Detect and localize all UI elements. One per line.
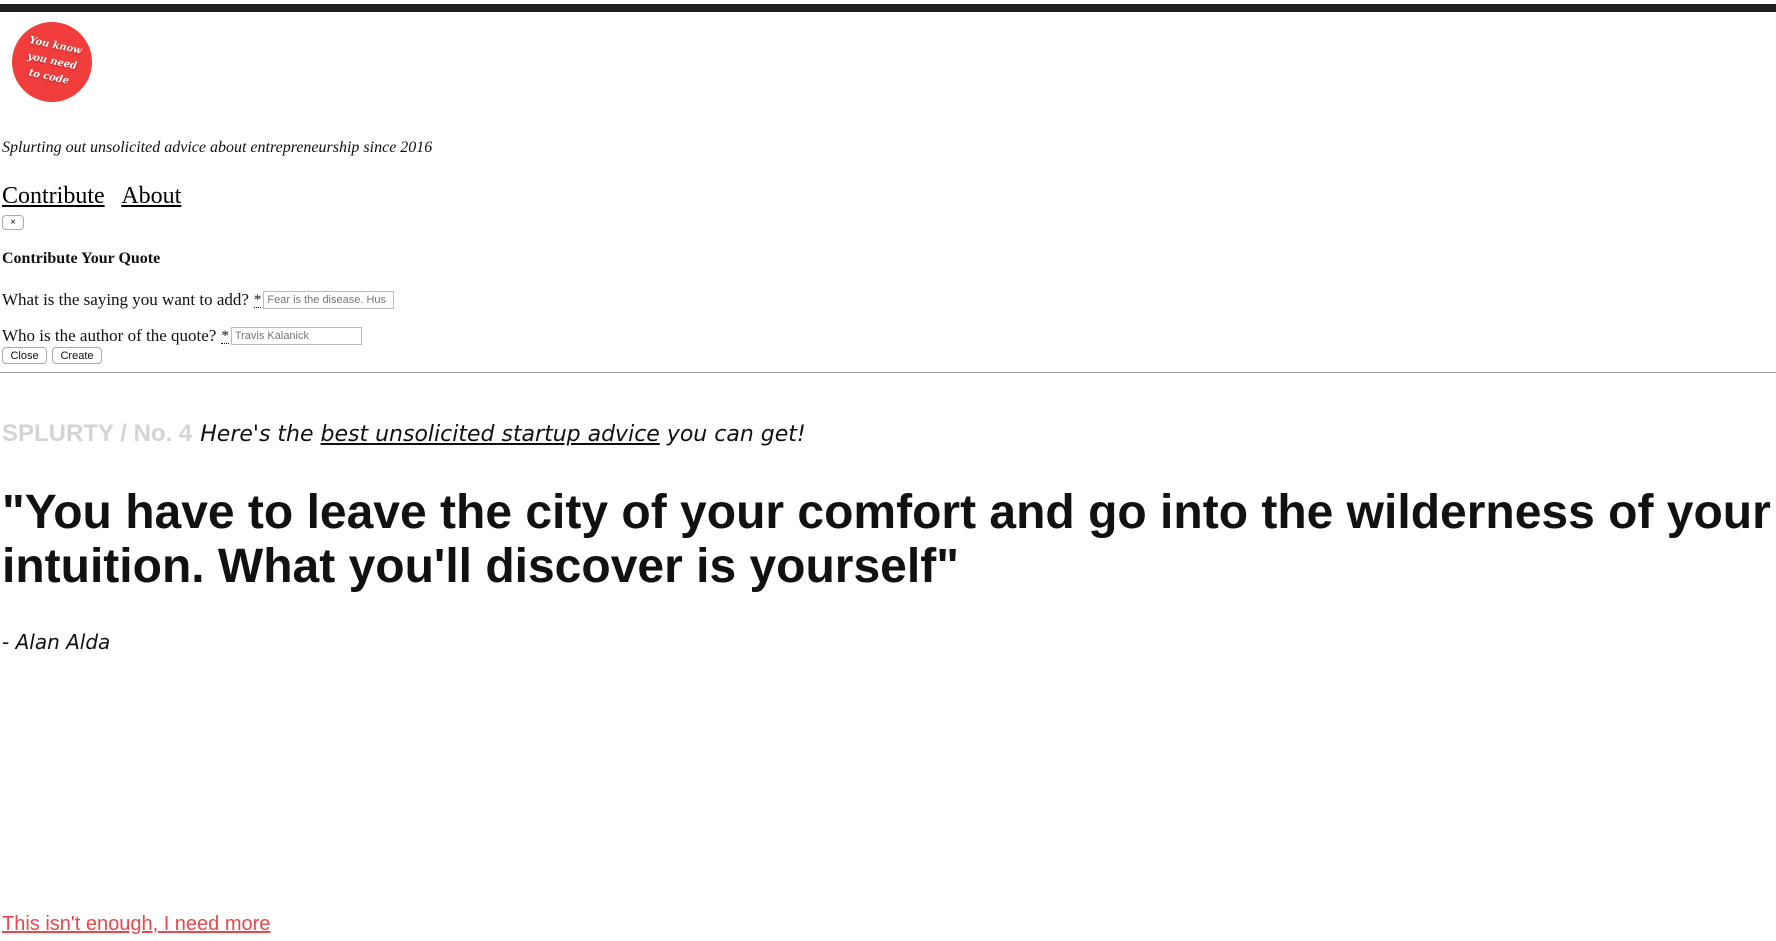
author-input[interactable] bbox=[230, 327, 362, 345]
divider bbox=[0, 372, 1776, 373]
create-button[interactable]: Create bbox=[52, 347, 102, 364]
intro-text-before: Here's the bbox=[200, 422, 321, 447]
saying-required-marker: * bbox=[253, 291, 262, 308]
nav-link-contribute[interactable]: Contribute bbox=[2, 183, 105, 209]
close-button[interactable]: Close bbox=[2, 347, 47, 364]
nav-link-about[interactable]: About bbox=[121, 183, 181, 209]
modal-close-x-button[interactable]: × bbox=[2, 215, 24, 230]
saying-input[interactable] bbox=[263, 291, 395, 309]
quote-author: - Alan Alda bbox=[2, 630, 111, 654]
intro-text-after: you can get! bbox=[659, 422, 806, 447]
logo[interactable]: You know you need to code bbox=[4, 14, 100, 110]
top-bar bbox=[0, 4, 1776, 12]
author-field-row: Who is the author of the quote? * bbox=[2, 326, 362, 346]
author-label: Who is the author of the quote? bbox=[2, 326, 217, 345]
more-quotes-link[interactable]: This isn't enough, I need more bbox=[2, 913, 270, 936]
brand-label: SPLURTY / No. 4 bbox=[2, 420, 193, 447]
author-required-marker: * bbox=[221, 327, 229, 344]
intro-text: Here's the best unsolicited startup advi… bbox=[200, 422, 805, 447]
best-advice-link[interactable]: best unsolicited startup advice bbox=[321, 422, 660, 447]
main-nav: Contribute About bbox=[2, 183, 193, 210]
modal-title: Contribute Your Quote bbox=[2, 250, 161, 267]
saying-field-row: What is the saying you want to add? * bbox=[2, 290, 395, 310]
quote-header: SPLURTY / No. 4 Here's the best unsolici… bbox=[2, 420, 806, 448]
saying-label: What is the saying you want to add? bbox=[2, 290, 249, 309]
quote-text: "You have to leave the city of your comf… bbox=[2, 486, 1771, 593]
tagline: Splurting out unsolicited advice about e… bbox=[2, 139, 433, 156]
